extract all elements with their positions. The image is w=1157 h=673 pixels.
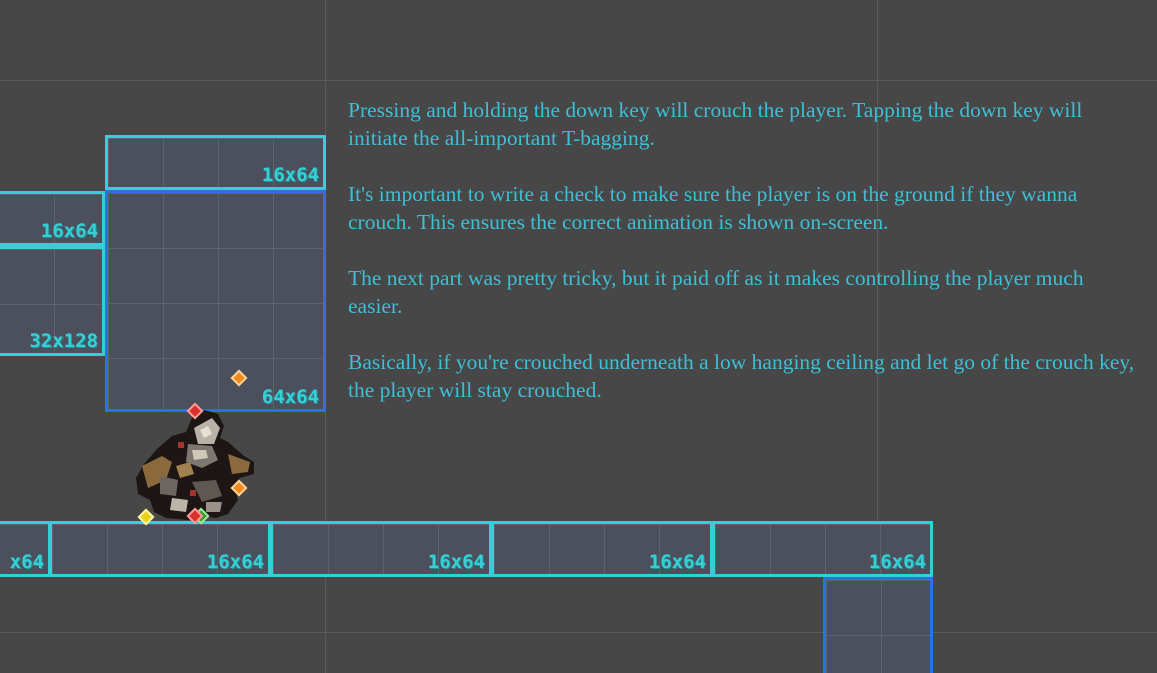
tile-size-label: 64x64	[261, 386, 319, 408]
tile-size-label: 32x128	[29, 330, 98, 352]
grid-line	[0, 632, 1157, 633]
grid-line	[0, 80, 1157, 81]
tile-size-label: 16x64	[261, 164, 319, 186]
tile-floor[interactable]: 16x64	[712, 521, 933, 577]
player-sprite[interactable]	[132, 404, 258, 524]
tile-size-label: 16x64	[206, 551, 264, 573]
tile-floor[interactable]: 16x64	[270, 521, 492, 577]
tile-center-big[interactable]: 64x64	[105, 190, 326, 412]
note-paragraph: Basically, if you're crouched underneath…	[348, 350, 1135, 402]
note-paragraph: Pressing and holding the down key will c…	[348, 98, 1083, 150]
tile-floor-column[interactable]	[823, 577, 933, 673]
tile-size-label: x64	[9, 551, 44, 573]
tile-floor[interactable]: 16x64	[491, 521, 713, 577]
tile-size-label: 16x64	[868, 551, 926, 573]
tile-left-top[interactable]: 16x64	[0, 191, 105, 246]
level-editor-canvas[interactable]: 16x64 16x64 64x64 32x128 x64 16x64 16x64…	[0, 0, 1157, 673]
tile-size-label: 16x64	[40, 220, 98, 242]
annotation-text: Pressing and holding the down key will c…	[348, 96, 1138, 432]
tile-top-small[interactable]: 16x64	[105, 135, 326, 190]
tile-floor[interactable]: x64	[0, 521, 51, 577]
tile-size-label: 16x64	[648, 551, 706, 573]
tile-left-mid[interactable]: 32x128	[0, 246, 105, 356]
note-paragraph: The next part was pretty tricky, but it …	[348, 266, 1084, 318]
tile-floor[interactable]: 16x64	[49, 521, 271, 577]
tile-size-label: 16x64	[427, 551, 485, 573]
note-paragraph: It's important to write a check to make …	[348, 182, 1078, 234]
